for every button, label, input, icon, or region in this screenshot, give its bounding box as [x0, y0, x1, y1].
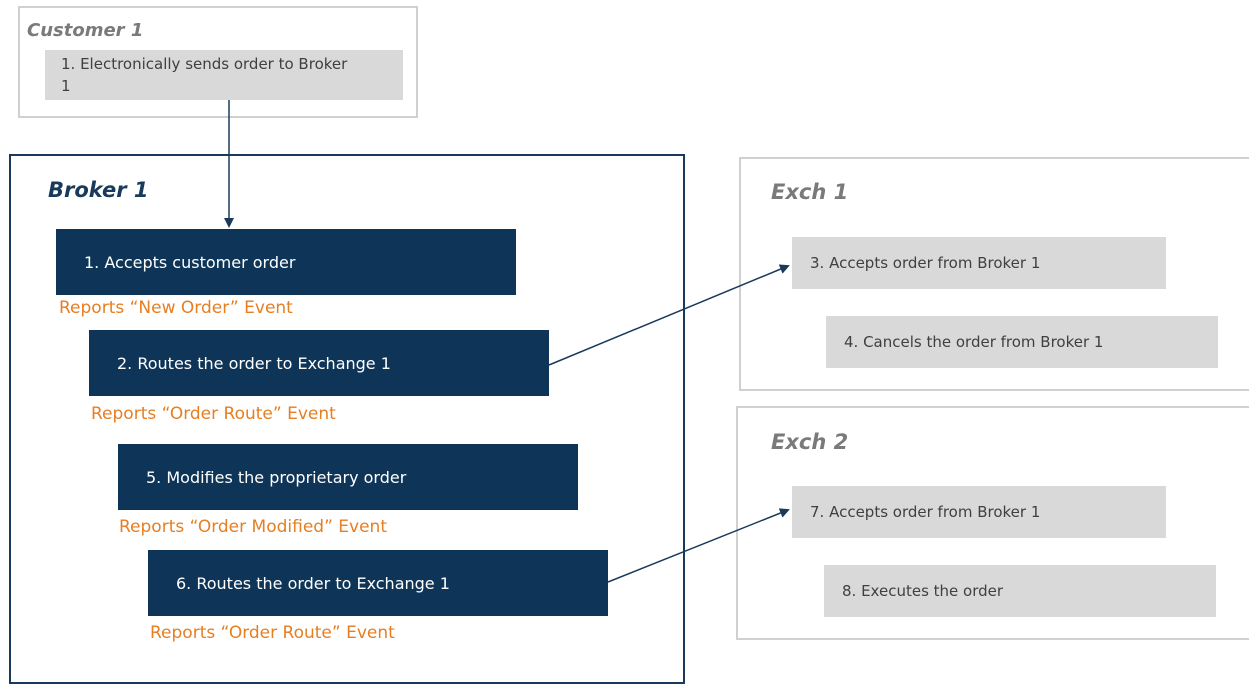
broker-event-2: Reports “Order Route” Event	[91, 404, 336, 424]
broker-event-1: Reports “New Order” Event	[59, 298, 293, 318]
customer-step-1-label: 1. Electronically sends order to Broker …	[61, 55, 348, 95]
broker-step-2: 2. Routes the order to Exchange 1	[89, 330, 549, 396]
broker-step-1: 1. Accepts customer order	[56, 229, 516, 295]
broker-step-6-label: 6. Routes the order to Exchange 1	[176, 573, 450, 593]
exch2-step-7: 7. Accepts order from Broker 1	[792, 486, 1166, 538]
exch1-step-3: 3. Accepts order from Broker 1	[792, 237, 1166, 289]
exch2-step-8-label: 8. Executes the order	[842, 582, 1004, 600]
broker-event-6: Reports “Order Route” Event	[150, 623, 395, 643]
exch2-title: Exch 2	[771, 430, 849, 454]
broker-step-2-label: 2. Routes the order to Exchange 1	[117, 353, 391, 373]
broker-step-1-label: 1. Accepts customer order	[84, 252, 296, 272]
customer-title: Customer 1	[27, 20, 144, 41]
exch1-step-3-label: 3. Accepts order from Broker 1	[810, 254, 1041, 272]
broker-event-5: Reports “Order Modified” Event	[119, 517, 387, 537]
broker-step-5-label: 5. Modifies the proprietary order	[146, 467, 407, 487]
exch1-step-4: 4. Cancels the order from Broker 1	[826, 316, 1218, 368]
customer-step-1: 1. Electronically sends order to Broker …	[45, 50, 403, 100]
exch1-step-4-label: 4. Cancels the order from Broker 1	[844, 333, 1104, 351]
exch1-title: Exch 1	[771, 180, 849, 204]
exch2-step-7-label: 7. Accepts order from Broker 1	[810, 503, 1041, 521]
broker-title: Broker 1	[48, 178, 149, 202]
broker-step-5: 5. Modifies the proprietary order	[118, 444, 578, 510]
broker-step-6: 6. Routes the order to Exchange 1	[148, 550, 608, 616]
exch2-step-8: 8. Executes the order	[824, 565, 1216, 617]
